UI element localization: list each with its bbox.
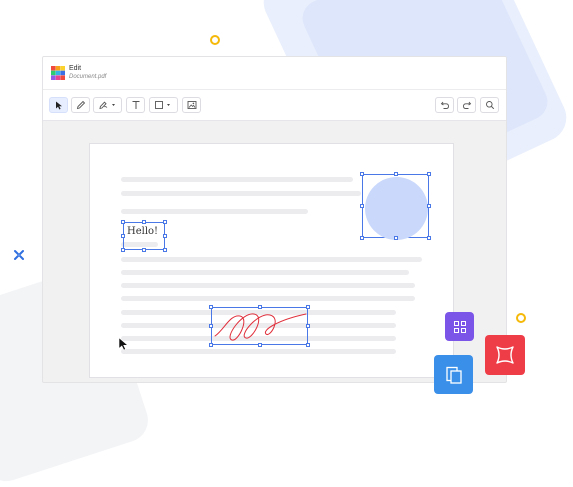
resize-handle[interactable]: [360, 236, 364, 240]
pen-icon: [98, 101, 115, 110]
editor-window: Edit Document.pdf Hello!: [42, 56, 507, 383]
pencil-icon: [76, 100, 85, 110]
resize-handle[interactable]: [394, 236, 398, 240]
signature-annotation[interactable]: [209, 305, 310, 347]
resize-handle[interactable]: [142, 220, 146, 224]
resize-handle[interactable]: [258, 343, 262, 347]
title-bar: Edit Document.pdf: [43, 57, 506, 90]
search-button[interactable]: [480, 97, 499, 113]
text-line: [121, 283, 415, 288]
decorative-ring-icon: [210, 35, 220, 45]
resize-handle[interactable]: [121, 234, 125, 238]
search-icon: [485, 101, 494, 110]
resize-handle[interactable]: [427, 236, 431, 240]
text-line: [121, 270, 409, 275]
pencil-tool-button[interactable]: [71, 97, 90, 113]
redo-button[interactable]: [457, 97, 476, 113]
document-page[interactable]: Hello!: [89, 143, 454, 378]
document-name: Document.pdf: [69, 74, 107, 80]
shape-tool-dropdown[interactable]: [149, 97, 178, 113]
copy-pages-icon: [445, 366, 462, 384]
grid-icon: [453, 320, 466, 333]
text-icon: [132, 101, 139, 109]
resize-handle[interactable]: [360, 172, 364, 176]
resize-handle[interactable]: [163, 220, 167, 224]
resize-handle[interactable]: [394, 172, 398, 176]
signature-drawing: [214, 313, 307, 341]
resize-handle[interactable]: [163, 234, 167, 238]
resize-handle[interactable]: [306, 343, 310, 347]
resize-handle[interactable]: [258, 305, 262, 309]
copy-feature-card[interactable]: [434, 355, 473, 394]
grid-feature-card[interactable]: [445, 312, 474, 341]
resize-handle[interactable]: [306, 324, 310, 328]
redo-icon: [462, 101, 471, 109]
text-tool-button[interactable]: [126, 97, 145, 113]
resize-handle[interactable]: [306, 305, 310, 309]
resize-handle[interactable]: [427, 204, 431, 208]
resize-handle[interactable]: [209, 343, 213, 347]
resize-handle[interactable]: [121, 220, 125, 224]
resize-handle[interactable]: [163, 248, 167, 252]
toolbar: [43, 90, 506, 121]
window-title: Edit: [69, 65, 82, 72]
mouse-cursor-icon: [118, 337, 129, 351]
select-tool-button[interactable]: [49, 97, 68, 113]
resize-handle[interactable]: [142, 248, 146, 252]
transform-shape-icon: [496, 346, 514, 364]
resize-handle[interactable]: [360, 204, 364, 208]
pen-tool-dropdown[interactable]: [93, 97, 122, 113]
image-tool-button[interactable]: [182, 97, 201, 113]
shape-icon: [154, 101, 170, 109]
select-icon: [55, 101, 62, 109]
circle-shape: [365, 177, 428, 240]
resize-handle[interactable]: [209, 324, 213, 328]
image-icon: [187, 101, 196, 109]
text-line: [121, 177, 353, 182]
circle-shape-annotation[interactable]: [360, 172, 431, 240]
undo-icon: [440, 101, 449, 109]
sparkle-icon: [14, 250, 24, 260]
hello-text: Hello!: [127, 226, 159, 237]
text-line: [121, 257, 422, 262]
text-line: [121, 191, 361, 196]
hello-text-annotation[interactable]: Hello!: [121, 220, 167, 252]
decorative-ring-icon: [516, 313, 526, 323]
transform-feature-card[interactable]: [485, 335, 525, 375]
undo-button[interactable]: [435, 97, 454, 113]
text-line: [121, 296, 415, 301]
app-logo-icon: [51, 66, 65, 80]
resize-handle[interactable]: [209, 305, 213, 309]
resize-handle[interactable]: [121, 248, 125, 252]
text-line: [121, 349, 396, 354]
text-line: [121, 209, 308, 214]
resize-handle[interactable]: [427, 172, 431, 176]
